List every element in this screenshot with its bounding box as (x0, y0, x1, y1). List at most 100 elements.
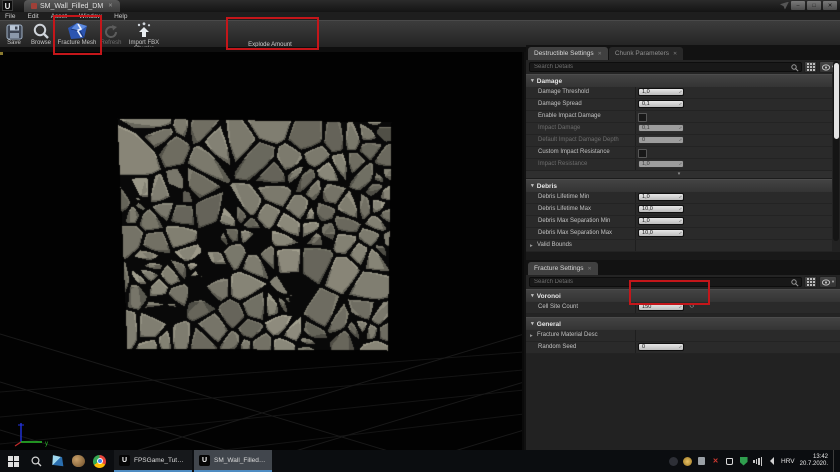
chrome-icon[interactable] (89, 450, 110, 472)
details-panel: Destructible Settings ✕ Chunk Parameters… (526, 45, 840, 450)
damage-threshold-field[interactable]: 1,0↕ (638, 88, 684, 96)
show-desktop-button[interactable] (833, 450, 838, 472)
enable-impact-damage-checkbox[interactable] (638, 113, 647, 122)
tab-close-icon[interactable]: ✕ (598, 51, 602, 57)
search-details-input[interactable] (529, 62, 802, 72)
unreal-logo-icon: U (2, 0, 13, 11)
view-options-eye-icon[interactable]: ▾ (819, 276, 837, 288)
row-valid-bounds[interactable]: ▸ Valid Bounds (526, 240, 832, 252)
custom-impact-resistance-checkbox[interactable] (638, 149, 647, 158)
tray-app-icon-gold[interactable] (683, 457, 692, 466)
spinner-icon[interactable]: ↕ (677, 206, 683, 212)
save-button[interactable]: Save (1, 22, 27, 46)
details-tabs: Destructible Settings ✕ Chunk Parameters… (526, 45, 840, 60)
row-fracture-material-desc[interactable]: ▸ Fracture Material Desc (526, 330, 840, 342)
discord-icon[interactable] (669, 457, 678, 466)
tray-outline-icon[interactable] (726, 458, 733, 465)
volume-icon[interactable] (767, 457, 776, 466)
column-view-icon[interactable] (804, 61, 817, 73)
asset-icon (31, 3, 37, 9)
svg-text:y: y (45, 441, 48, 447)
minimize-button[interactable]: – (791, 1, 805, 10)
tray-app-icon-gray[interactable] (698, 457, 705, 465)
debris-max-separation-max-field[interactable]: 10,0↕ (638, 229, 684, 237)
fracture-search-row: ▾ (526, 275, 840, 289)
tab-destructible-settings[interactable]: Destructible Settings ✕ (528, 47, 608, 60)
row-debris-max-separation-max: Debris Max Separation Max 10,0↕ (526, 228, 832, 240)
expand-advanced-icon[interactable]: ▾ (526, 171, 832, 179)
chevron-right-icon[interactable]: ▸ (530, 243, 533, 249)
spinner-icon[interactable]: ↕ (677, 101, 683, 107)
menu-window[interactable]: Window (79, 13, 102, 20)
row-cell-site-count: Cell Site Count 150↕ ↺ (526, 302, 840, 314)
spinner-icon: ↕ (677, 161, 683, 167)
tab-close-icon[interactable]: ✕ (108, 3, 113, 9)
network-icon[interactable] (753, 457, 762, 466)
row-custom-impact-resistance: Custom Impact Resistance (526, 147, 832, 159)
taskbar-search-button[interactable] (26, 450, 47, 472)
damage-spread-field[interactable]: 0,1↕ (638, 100, 684, 108)
scrollbar-thumb[interactable] (834, 63, 839, 139)
cell-site-count-field[interactable]: 150↕ (638, 303, 684, 311)
spinner-icon[interactable]: ↕ (677, 89, 683, 95)
category-voronoi[interactable]: ▾ Voronoi (526, 289, 840, 302)
tab-close-icon[interactable]: ✕ (673, 51, 677, 57)
feedback-icon[interactable] (780, 2, 789, 10)
spinner-icon: ↕ (677, 137, 683, 143)
row-impact-damage: Impact Damage 0,1↕ (526, 123, 832, 135)
fracture-mesh-button[interactable]: Fracture Mesh (56, 22, 98, 46)
unreal-logo-icon: U (119, 455, 130, 466)
spinner-icon[interactable]: ↕ (677, 218, 683, 224)
menu-help[interactable]: Help (114, 13, 127, 20)
import-fbx-chunks-icon (118, 22, 170, 40)
random-seed-field[interactable]: 0↕ (638, 343, 684, 351)
category-general[interactable]: ▾ General (526, 317, 840, 330)
app-icon-blue[interactable] (47, 450, 68, 472)
tray-error-icon[interactable]: ✕ (711, 457, 720, 466)
search-icon (791, 279, 799, 289)
tab-fracture-settings[interactable]: Fracture Settings ✕ (528, 262, 598, 275)
3d-viewport[interactable]: y (0, 52, 524, 450)
impact-resistance-field: 1,0↕ (638, 160, 684, 168)
browse-button[interactable]: Browse (26, 22, 56, 46)
gimp-icon[interactable] (68, 450, 89, 472)
default-impact-damage-depth-field: 0↕ (638, 136, 684, 144)
spinner-icon[interactable]: ↕ (677, 344, 683, 350)
row-damage-spread: Damage Spread 0,1↕ (526, 99, 832, 111)
search-details-input[interactable] (529, 277, 802, 287)
column-view-icon[interactable] (804, 276, 817, 288)
start-button[interactable] (0, 450, 26, 472)
category-debris[interactable]: ▾ Debris (526, 179, 832, 192)
row-damage-threshold: Damage Threshold 1,0↕ (526, 87, 832, 99)
search-icon (791, 64, 799, 74)
spinner-icon[interactable]: ↕ (677, 194, 683, 200)
taskbar-clock[interactable]: 13:42 20.7.2020. (800, 454, 828, 468)
reset-to-default-icon[interactable]: ↺ (689, 302, 695, 310)
asset-tab[interactable]: SM_Wall_Filled_DM ✕ (24, 0, 120, 12)
close-button[interactable]: ✕ (823, 1, 837, 10)
time: 13:42 (800, 454, 828, 461)
antivirus-shield-icon[interactable] (740, 457, 748, 466)
details-scrollbar[interactable] (833, 61, 839, 241)
chevron-right-icon[interactable]: ▸ (530, 333, 533, 339)
spinner-icon[interactable]: ↕ (677, 230, 683, 236)
debris-max-separation-min-field[interactable]: 1,0↕ (638, 217, 684, 225)
debris-lifetime-max-field[interactable]: 10,0↕ (638, 205, 684, 213)
system-tray: ✕ HRV 13:42 20.7.2020. (669, 450, 840, 472)
fracture-tabs: Fracture Settings ✕ (526, 260, 840, 275)
menu-edit[interactable]: Edit (27, 13, 38, 20)
taskbar-window-fpsgame[interactable]: U FPSGame_Tutorials... (114, 450, 192, 472)
taskbar-window-sm-wall[interactable]: U SM_Wall_Filled_DM (194, 450, 272, 472)
category-damage[interactable]: ▾ Damage (526, 74, 832, 87)
tab-close-icon[interactable]: ✕ (588, 266, 592, 272)
menu-asset[interactable]: Asset (51, 13, 67, 20)
spinner-icon[interactable]: ↕ (677, 304, 683, 310)
language-indicator[interactable]: HRV (781, 458, 795, 465)
tab-chunk-parameters[interactable]: Chunk Parameters ✕ (609, 47, 683, 60)
debris-lifetime-min-field[interactable]: 1,0↕ (638, 193, 684, 201)
fractured-mesh-canvas[interactable] (114, 110, 394, 356)
restore-button[interactable]: □ (807, 1, 821, 10)
save-icon (1, 22, 27, 40)
menu-file[interactable]: File (5, 13, 15, 20)
row-debris-max-separation-min: Debris Max Separation Min 1,0↕ (526, 216, 832, 228)
